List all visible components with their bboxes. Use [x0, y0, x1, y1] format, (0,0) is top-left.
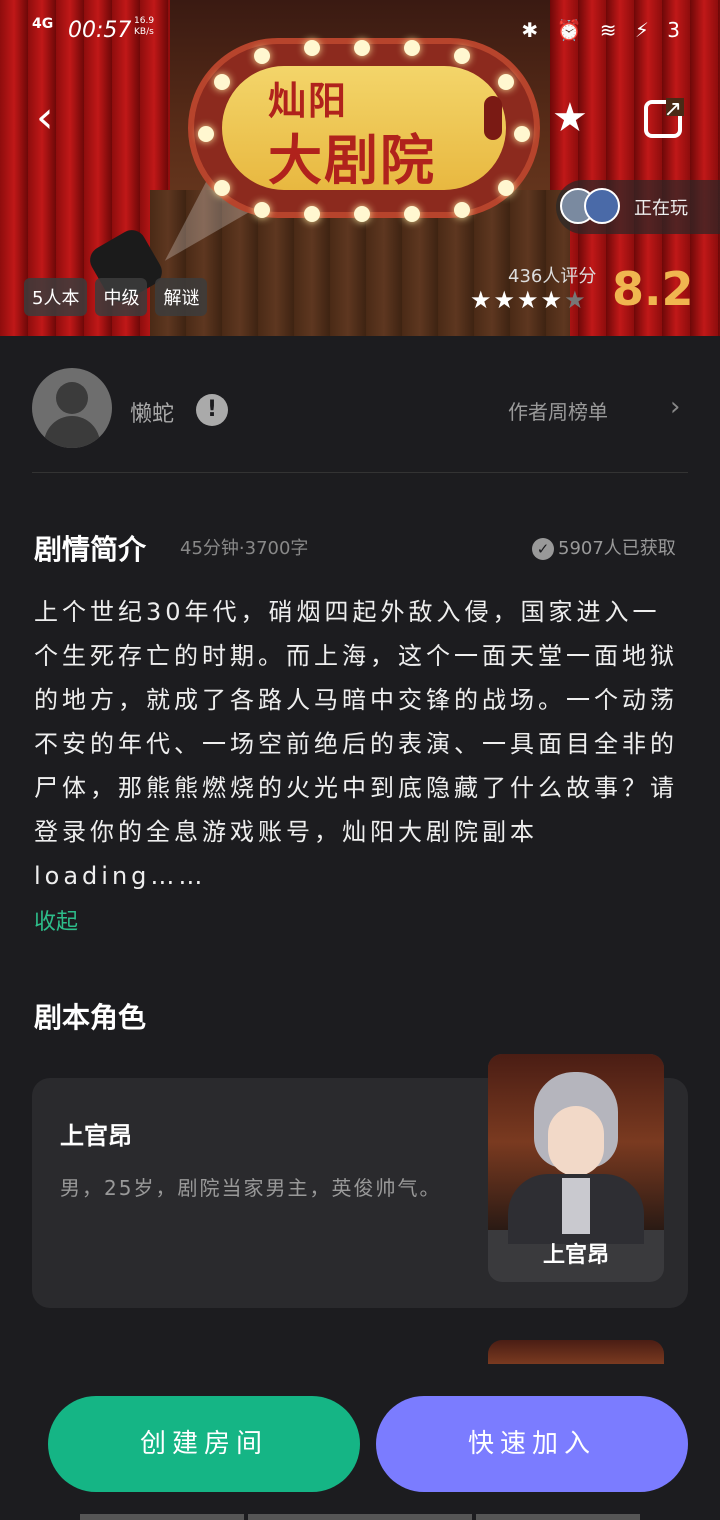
star-empty-icon: ★: [564, 286, 588, 314]
author-name[interactable]: 懒蛇: [130, 396, 174, 428]
star-icon: ★★★★: [470, 286, 565, 314]
bottom-action-bar: 创建房间 快速加入: [0, 1364, 720, 1520]
synopsis-text: 上个世纪30年代，硝烟四起外敌入侵，国家进入一个生死存亡的时期。而上海，这个一面…: [34, 598, 678, 890]
network-speed: 16.9 KB/s: [134, 16, 155, 37]
tag-genre: 解谜: [155, 278, 208, 316]
author-rank-link[interactable]: 作者周榜单: [508, 396, 608, 425]
home-indicator: [248, 1514, 472, 1520]
avatar: [584, 188, 620, 224]
author-avatar[interactable]: [32, 368, 112, 448]
back-button[interactable]: ‹: [36, 96, 76, 142]
collapse-button[interactable]: 收起: [34, 904, 78, 936]
role-portrait[interactable]: 上官昂: [488, 1054, 664, 1282]
author-row[interactable]: 懒蛇 ! 作者周榜单 ›: [0, 336, 720, 472]
rating-stars: ★★★★★: [470, 286, 588, 314]
theater-sign: 灿阳 大剧院: [188, 38, 540, 222]
tag-players: 5人本: [24, 278, 88, 316]
create-room-button[interactable]: 创建房间: [48, 1396, 360, 1492]
sign-title-line2: 大剧院: [268, 129, 436, 192]
tag-list: 5人本 中级 解谜: [24, 278, 208, 316]
quick-join-button[interactable]: 快速加入: [376, 1396, 688, 1492]
synopsis-meta: 45分钟·3700字: [180, 538, 309, 559]
status-icons: ✱ ⏰ ≋ ⚡ 3: [521, 18, 686, 42]
next-role-portrait[interactable]: [488, 1340, 664, 1364]
home-indicator: [476, 1514, 640, 1520]
roles-title: 剧本角色: [34, 1001, 147, 1034]
chevron-right-icon[interactable]: ›: [670, 392, 680, 422]
rating-score: 8.2: [612, 262, 694, 316]
status-bar: 4G 00:57 16.9 KB/s ✱ ⏰ ≋ ⚡ 3: [0, 0, 720, 60]
seal-icon: [484, 96, 502, 140]
share-icon: ↗: [663, 97, 682, 122]
acquired-count: ✓ 5907人已获取: [532, 534, 676, 560]
favorite-button[interactable]: ★: [552, 96, 596, 140]
cover-banner: 灿阳 大剧院 4G 00:57 16.9 KB/s ✱ ⏰ ≋ ⚡ 3 ‹ ★ …: [0, 0, 720, 336]
role-name: 上官昂: [60, 1122, 132, 1150]
info-icon[interactable]: !: [196, 394, 228, 426]
now-playing-label: 正在玩: [634, 198, 688, 219]
share-button[interactable]: ↗: [644, 97, 684, 138]
star-icon: ★: [552, 95, 588, 141]
tag-level: 中级: [95, 278, 148, 316]
synopsis-title: 剧情简介: [34, 533, 147, 566]
role-description: 男，25岁，剧院当家男主，英俊帅气。: [60, 1176, 442, 1200]
check-icon: ✓: [532, 538, 554, 560]
status-time: 00:57: [68, 18, 132, 43]
network-indicator: 4G: [32, 16, 54, 32]
divider: [32, 472, 688, 473]
chevron-left-icon: ‹: [36, 92, 54, 143]
now-playing-badge[interactable]: 正在玩: [556, 180, 720, 234]
rating-count: 436人评分: [508, 266, 597, 287]
home-indicator: [80, 1514, 244, 1520]
role-portrait-label: 上官昂: [542, 1243, 609, 1268]
